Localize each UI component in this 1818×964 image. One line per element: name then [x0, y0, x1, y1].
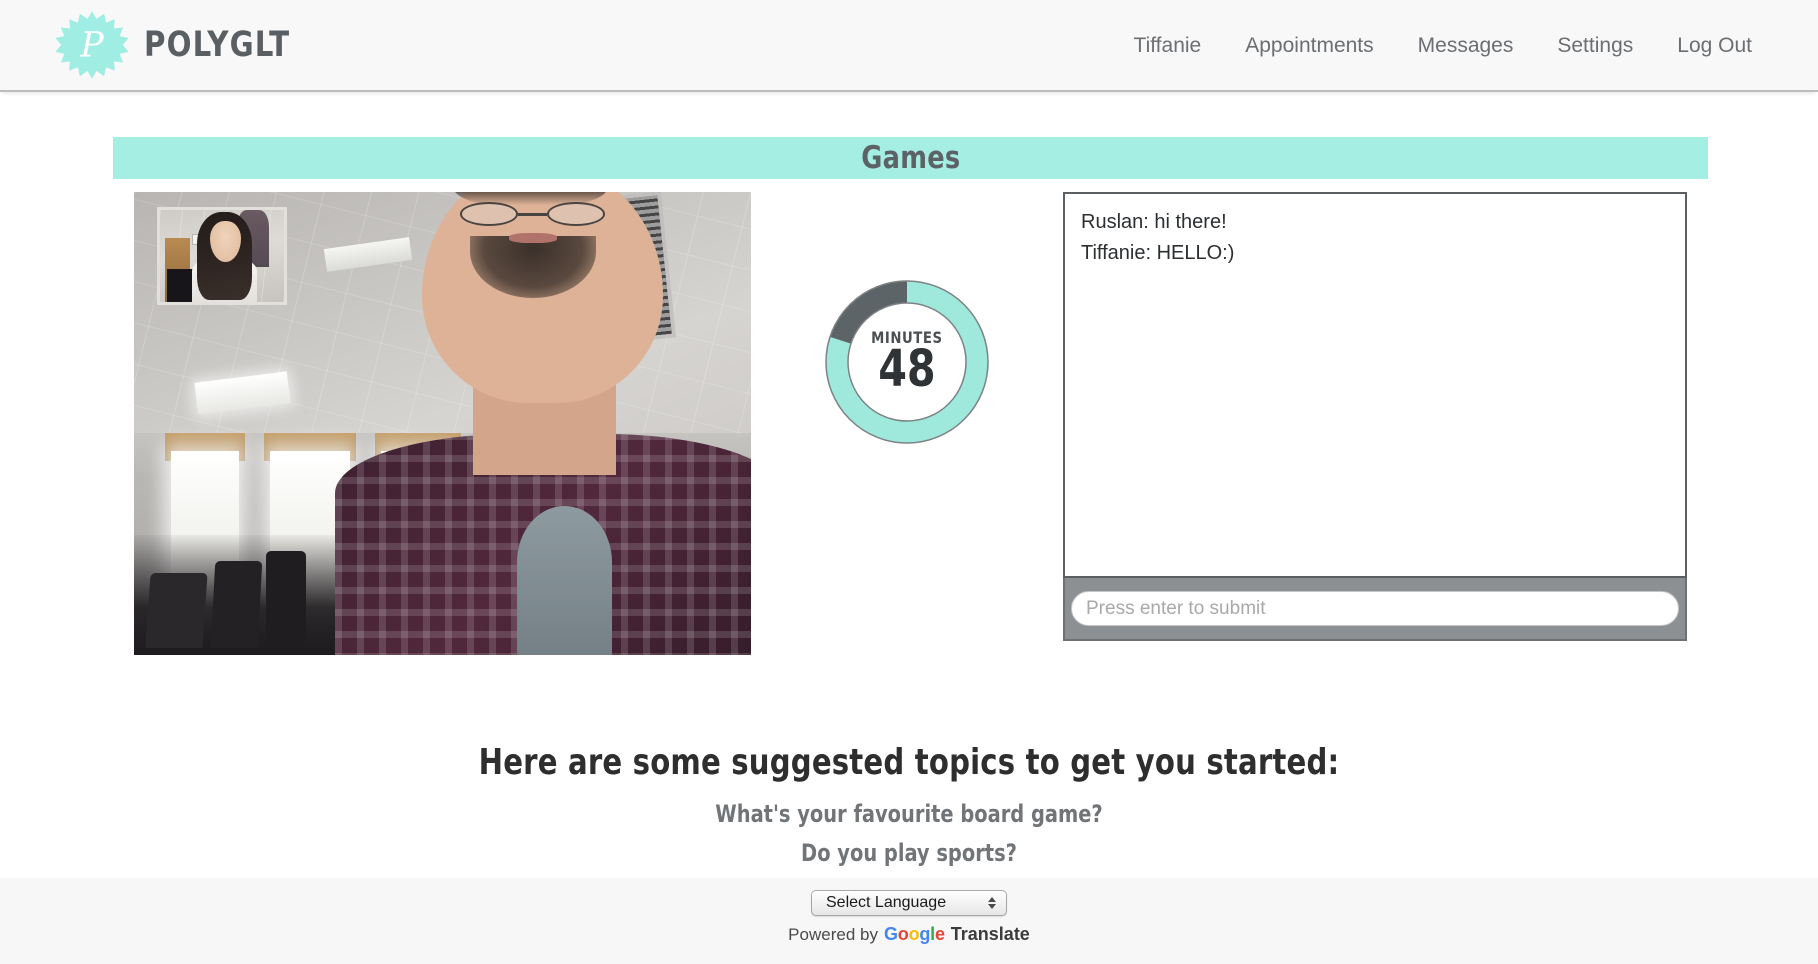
participant-lips	[508, 233, 557, 243]
local-video-preview[interactable]	[157, 207, 287, 305]
main-navigation: Tiffanie Appointments Messages Settings …	[1112, 0, 1774, 92]
chat-message-input[interactable]	[1071, 591, 1679, 626]
nav-item-messages[interactable]: Messages	[1396, 24, 1536, 68]
chat-message: Ruslan: hi there!	[1081, 211, 1227, 233]
participant-tshirt	[516, 506, 612, 655]
language-select-value: Select Language	[826, 894, 947, 911]
translate-label: Translate	[950, 924, 1030, 944]
glasses-icon	[460, 202, 606, 227]
suggested-topic-item[interactable]: Do you play sports?	[91, 839, 1727, 867]
suggested-topics-heading: Here are some suggested topics to get yo…	[478, 742, 1340, 783]
site-header: P POLYGLT Tiffanie Appointments Messages…	[0, 0, 1818, 92]
glasses-lens-left	[460, 202, 519, 227]
nav-item-tiffanie[interactable]: Tiffanie	[1112, 24, 1224, 68]
page-title: Games	[860, 140, 961, 176]
brand-logo-link[interactable]: P POLYGLT	[56, 8, 301, 82]
nav-item-log-out[interactable]: Log Out	[1655, 24, 1774, 68]
google-letter: g	[919, 924, 931, 944]
starburst-p-logo-icon: P	[56, 11, 128, 79]
google-letter: G	[883, 924, 898, 944]
brand-name: POLYGLT	[144, 25, 291, 65]
participant-head	[421, 192, 664, 403]
pip-user-face	[209, 221, 241, 262]
session-timer-donut: MINUTES 48	[823, 278, 991, 446]
site-footer: Select Language Powered by Google Transl…	[0, 878, 1818, 964]
timer-donut-chart	[825, 280, 989, 444]
suggested-topic-item[interactable]: What's your favourite board game?	[91, 800, 1727, 828]
suggested-topics-section: Here are some suggested topics to get yo…	[0, 742, 1818, 867]
google-letter: e	[934, 924, 945, 944]
chat-message-log[interactable]: Ruslan: hi there! Tiffanie: HELLO:)	[1063, 192, 1687, 578]
glasses-bridge	[518, 213, 548, 216]
scene-chair-1	[145, 573, 209, 648]
participant-beard	[469, 235, 596, 298]
google-letter: o	[897, 924, 909, 944]
glasses-lens-right	[547, 202, 606, 227]
powered-by-label: Powered by	[788, 925, 878, 944]
nav-item-appointments[interactable]: Appointments	[1223, 24, 1395, 68]
scene-chair-3	[266, 551, 306, 648]
chat-input-bar	[1063, 578, 1687, 641]
google-translate-attribution: Powered by Google Translate	[788, 924, 1030, 945]
page-banner: Games	[113, 137, 1708, 179]
svg-text:P: P	[79, 26, 104, 66]
google-wordmark: Google	[884, 924, 945, 945]
language-select[interactable]: Select Language	[811, 890, 1007, 916]
nav-item-settings[interactable]: Settings	[1535, 24, 1655, 68]
stepper-arrows-icon	[988, 897, 996, 909]
chat-panel: Ruslan: hi there! Tiffanie: HELLO:)	[1063, 192, 1687, 653]
chat-message: Tiffanie: HELLO:)	[1081, 242, 1235, 264]
video-call-area[interactable]	[134, 192, 751, 655]
google-letter: o	[908, 924, 920, 944]
scene-chair-2	[210, 561, 262, 648]
remote-participant-figure	[335, 192, 751, 655]
